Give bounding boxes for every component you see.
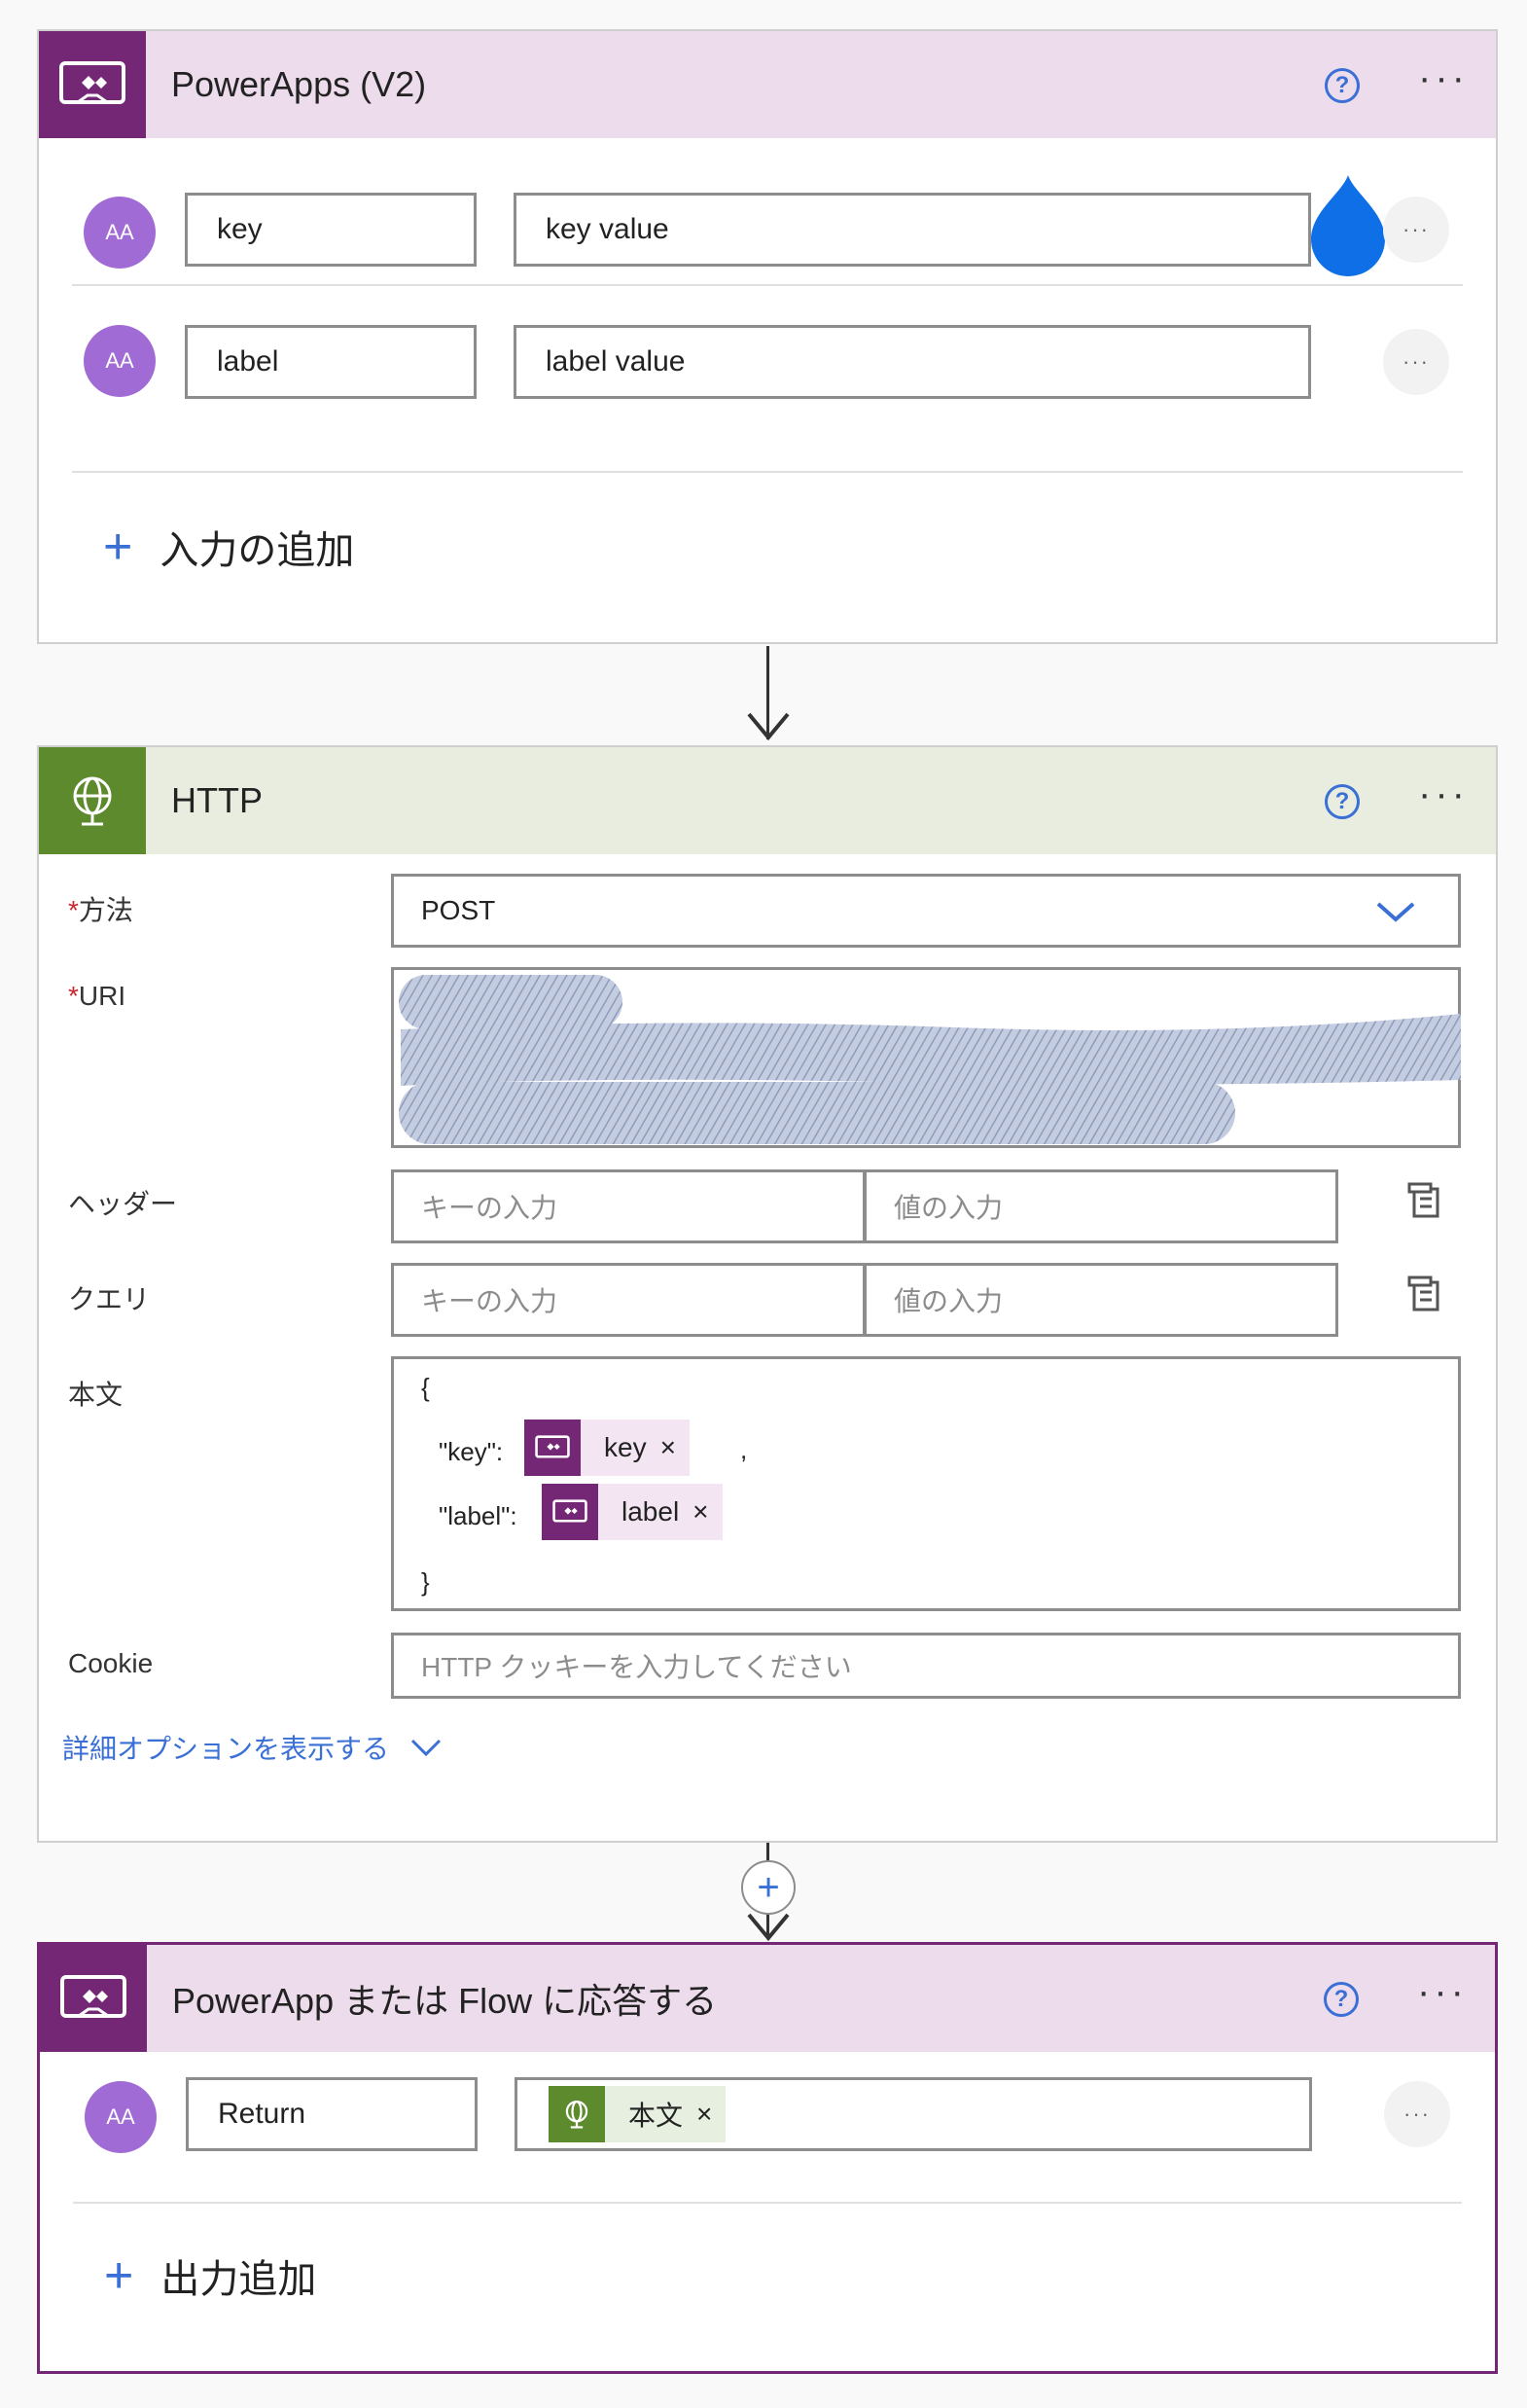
input-value-field[interactable]: key value — [514, 193, 1311, 267]
row-more-button[interactable]: ··· — [1383, 197, 1449, 263]
row-more-button[interactable]: ··· — [1384, 2081, 1450, 2147]
divider — [72, 471, 1463, 473]
switch-to-text-icon[interactable] — [1406, 1181, 1443, 1220]
more-options-icon[interactable]: ··· — [1417, 1972, 1468, 2011]
remove-token-icon[interactable]: × — [696, 2099, 726, 2130]
add-output-button[interactable]: + 出力追加 — [104, 2246, 316, 2305]
powerapps-trigger-card: PowerApps (V2) ? ··· AA key key value ··… — [37, 29, 1498, 644]
output-name-field[interactable]: Return — [186, 2077, 478, 2151]
globe-icon — [39, 747, 146, 854]
cookie-label: Cookie — [68, 1648, 154, 1678]
method-select[interactable]: POST — [391, 874, 1461, 948]
method-label: *方法 — [68, 895, 133, 925]
input-name-field[interactable]: label — [185, 325, 477, 399]
input-row-label: AA label label value ··· — [39, 286, 1496, 432]
body-close-brace: } — [421, 1567, 430, 1597]
arrow-down-icon — [747, 1913, 790, 1942]
add-input-button[interactable]: + 入力の追加 — [103, 518, 354, 576]
header-key-field[interactable]: キーの入力 — [391, 1169, 866, 1243]
help-icon[interactable]: ? — [1325, 784, 1360, 819]
body-label-prefix: "label": — [439, 1501, 517, 1530]
output-value-field[interactable]: 本文 × — [515, 2077, 1312, 2151]
body-field[interactable]: { "key": key × , "label": label × } — [391, 1356, 1461, 1611]
powerapps-icon — [39, 31, 146, 138]
text-type-icon: AA — [84, 325, 156, 397]
powerapps-icon — [40, 1945, 147, 2052]
divider — [73, 2202, 1462, 2204]
text-type-icon: AA — [84, 197, 156, 269]
respond-header[interactable]: PowerApp または Flow に応答する ? ··· — [40, 1945, 1495, 2052]
plus-icon: + — [104, 2247, 134, 2304]
drag-handle-icon[interactable] — [1307, 171, 1389, 278]
card-title: PowerApp または Flow に応答する — [172, 1981, 718, 2021]
body-open-brace: { — [421, 1373, 430, 1402]
label-dynamic-token[interactable]: label × — [542, 1484, 723, 1540]
uri-label: *URI — [68, 981, 126, 1011]
input-name-field[interactable]: key — [185, 193, 477, 267]
redaction-scribble — [399, 975, 1461, 1144]
remove-token-icon[interactable]: × — [692, 1496, 722, 1527]
query-key-field[interactable]: キーの入力 — [391, 1263, 866, 1337]
http-action-header[interactable]: HTTP ? ··· — [39, 747, 1496, 854]
body-dynamic-token[interactable]: 本文 × — [549, 2086, 727, 2142]
help-icon[interactable]: ? — [1324, 1982, 1359, 2017]
respond-to-powerapp-card: PowerApp または Flow に応答する ? ··· AA Return … — [37, 1942, 1498, 2374]
plus-icon: + — [103, 519, 133, 575]
card-title: HTTP — [171, 780, 263, 820]
powerapps-trigger-header[interactable]: PowerApps (V2) ? ··· — [39, 31, 1496, 138]
globe-icon — [549, 2086, 605, 2142]
show-advanced-options-link[interactable]: 詳細オプションを表示する — [62, 1728, 442, 1767]
body-comma: , — [740, 1435, 748, 1464]
output-row-return: AA Return 本文 × ··· — [40, 2052, 1495, 2208]
cookie-field[interactable]: HTTP クッキーを入力してください — [391, 1633, 1461, 1699]
query-value-field[interactable]: 値の入力 — [864, 1263, 1338, 1337]
header-label: ヘッダー — [68, 1189, 178, 1219]
powerapps-icon — [524, 1420, 581, 1476]
input-row-key: AA key key value ··· — [39, 138, 1496, 284]
uri-field[interactable] — [391, 967, 1461, 1148]
plus-icon: + — [757, 1865, 780, 1909]
help-icon[interactable]: ? — [1325, 68, 1360, 103]
remove-token-icon[interactable]: × — [660, 1432, 690, 1463]
text-type-icon: AA — [85, 2081, 157, 2153]
http-action-card: HTTP ? ··· *方法 POST *URI ヘッダー キーの入力 値の入力… — [37, 745, 1498, 1843]
body-key-prefix: "key": — [439, 1437, 504, 1466]
query-label: クエリ — [68, 1284, 151, 1314]
more-options-icon[interactable]: ··· — [1418, 58, 1469, 97]
arrow-down-icon — [747, 712, 790, 741]
powerapps-icon — [542, 1484, 598, 1540]
body-label: 本文 — [68, 1380, 124, 1410]
row-more-button[interactable]: ··· — [1383, 329, 1449, 395]
more-options-icon[interactable]: ··· — [1418, 774, 1469, 813]
insert-step-button[interactable]: + — [741, 1860, 796, 1915]
header-value-field[interactable]: 値の入力 — [864, 1169, 1338, 1243]
chevron-down-icon — [1376, 902, 1415, 922]
switch-to-text-icon[interactable] — [1406, 1275, 1443, 1313]
key-dynamic-token[interactable]: key × — [524, 1420, 690, 1476]
chevron-down-icon — [410, 1739, 442, 1757]
card-title: PowerApps (V2) — [171, 64, 427, 104]
input-value-field[interactable]: label value — [514, 325, 1311, 399]
